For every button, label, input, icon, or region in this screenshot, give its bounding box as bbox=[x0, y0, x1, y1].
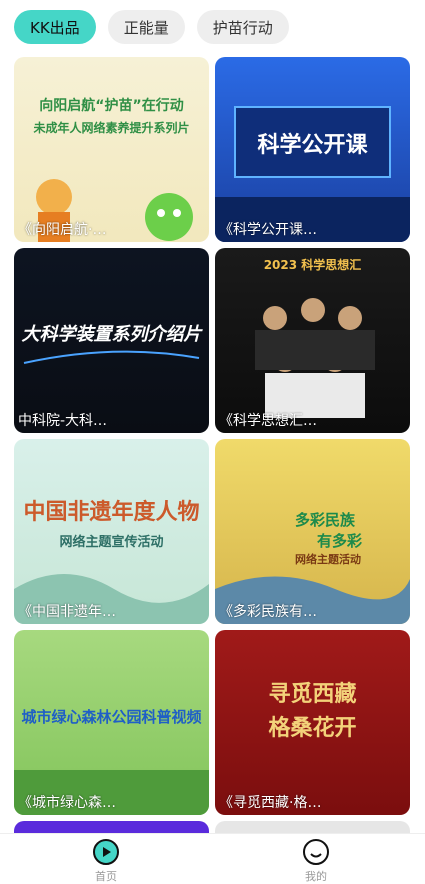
category-tabs: KK出品 正能量 护苗行动 bbox=[14, 10, 289, 44]
tab-protect-seedlings[interactable]: 护苗行动 bbox=[196, 10, 289, 44]
video-card[interactable]: 寻觅西藏 格桑花开 《寻觅西藏·格… bbox=[215, 630, 410, 815]
video-card[interactable]: 大科学装置系列介绍片 中科院-大科… bbox=[14, 248, 209, 433]
card-title: 《科学公开课… bbox=[219, 222, 317, 238]
card-title: 《寻觅西藏·格… bbox=[219, 795, 322, 811]
smile-icon bbox=[303, 839, 329, 865]
card-title: 《多彩民族有… bbox=[219, 604, 317, 620]
group-photo bbox=[255, 298, 375, 418]
light-streak bbox=[23, 350, 200, 364]
tab-positive-energy[interactable]: 正能量 bbox=[107, 10, 185, 44]
video-card[interactable]: 2023 科学思想汇 《科学思想汇… bbox=[215, 248, 410, 433]
nav-mine[interactable]: 我的 bbox=[302, 838, 330, 884]
tab-kk[interactable]: KK出品 bbox=[14, 10, 96, 44]
card-title: 《向阳启航·… bbox=[18, 222, 107, 238]
video-card[interactable]: 多彩民族 有多彩 网络主题活动 《多彩民族有… bbox=[215, 439, 410, 624]
video-card[interactable]: 城市绿心森林公园科普视频 《城市绿心森… bbox=[14, 630, 209, 815]
forest bbox=[14, 770, 209, 815]
video-card[interactable]: 科学公开课 《科学公开课… bbox=[215, 57, 410, 242]
card-title: 《城市绿心森… bbox=[18, 795, 116, 811]
play-icon bbox=[93, 839, 119, 865]
nav-home[interactable]: 首页 bbox=[92, 838, 120, 884]
landscape bbox=[215, 576, 410, 624]
video-card[interactable]: 向阳启航“护苗”在行动 未成年人网络素养提升系列片 《向阳启航·… bbox=[14, 57, 209, 242]
card-title: 《科学思想汇… bbox=[219, 413, 317, 429]
card-title: 中科院-大科… bbox=[18, 413, 108, 429]
card-banner: 科学公开课 bbox=[257, 133, 368, 158]
card-banner: 寻觅西藏 格桑花开 bbox=[268, 682, 357, 741]
bottom-nav: 首页 我的 bbox=[0, 833, 425, 884]
card-title: 《中国非遗年… bbox=[18, 604, 116, 620]
video-card[interactable]: 中国非遗年度人物 网络主题宣传活动 《中国非遗年… bbox=[14, 439, 209, 624]
landscape bbox=[14, 574, 209, 624]
cartoon-illustration bbox=[36, 179, 193, 242]
